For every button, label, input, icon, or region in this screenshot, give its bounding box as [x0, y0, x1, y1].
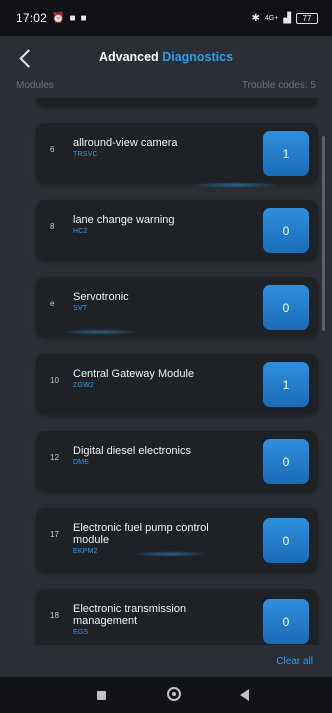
module-name: Electronic fuel pump control module — [73, 522, 209, 546]
column-header: Modules Trouble codes: 5 — [0, 80, 332, 98]
module-list-inner: 6 allround-view camera TRSVC 1 8 lane ch… — [0, 98, 332, 645]
glow-decoration — [130, 551, 210, 557]
module-card[interactable]: e Servotronic SVT 0 — [36, 277, 318, 337]
trouble-code-count-button[interactable]: 0 — [263, 439, 309, 484]
glow-decoration — [190, 182, 280, 188]
module-index: 10 — [50, 376, 59, 385]
module-text: Electronic transmission management EGS — [73, 603, 241, 636]
trouble-code-count-button[interactable]: 0 — [263, 599, 309, 644]
scrollbar[interactable] — [322, 136, 325, 331]
module-card[interactable]: 8 lane change warning HC2 0 — [36, 200, 318, 260]
module-card[interactable]: 10 Central Gateway Module ZGW2 1 — [36, 354, 318, 414]
trouble-code-count-button[interactable]: 0 — [263, 208, 309, 253]
module-text: Servotronic SVT — [73, 291, 241, 312]
module-index: e — [50, 299, 55, 308]
module-index: 8 — [50, 222, 55, 231]
module-card[interactable]: 18 Electronic transmission management EG… — [36, 589, 318, 645]
module-card[interactable]: 12 Digital diesel electronics DME 0 — [36, 431, 318, 491]
module-index: 17 — [50, 530, 59, 539]
status-right: ✱ 4G+ ▟ 77 — [251, 12, 318, 24]
trouble-code-count-button[interactable]: 1 — [263, 362, 309, 407]
module-text: Central Gateway Module ZGW2 — [73, 368, 241, 389]
network-label: 4G+ — [264, 14, 279, 22]
bluetooth-icon: ✱ — [251, 12, 260, 24]
module-code: SVT — [73, 305, 88, 312]
clear-all-button[interactable]: Clear all — [276, 656, 313, 667]
trouble-code-count-button[interactable]: 1 — [263, 131, 309, 176]
module-card[interactable]: 17 Electronic fuel pump control module E… — [36, 508, 318, 572]
module-name: Digital diesel electronics — [73, 445, 191, 457]
page-title-accent: Diagnostics — [162, 50, 234, 64]
module-name: Central Gateway Module — [73, 368, 195, 380]
page-title-plain: Advanced — [98, 50, 159, 64]
recent-apps-icon[interactable] — [97, 691, 106, 700]
module-card[interactable]: 6 allround-view camera TRSVC 1 — [36, 123, 318, 183]
module-index: 6 — [50, 145, 55, 154]
module-list[interactable]: 6 allround-view camera TRSVC 1 8 lane ch… — [0, 98, 332, 645]
status-bar: 17:02 ⏰ ■ ■ ✱ 4G+ ▟ 77 — [0, 0, 332, 36]
module-name: Electronic transmission management — [73, 603, 187, 627]
module-name: lane change warning — [73, 214, 175, 226]
trouble-codes-summary: Trouble codes: 5 — [241, 80, 316, 91]
video-icon: ■ — [80, 12, 87, 24]
trouble-code-count-button[interactable]: 0 — [263, 285, 309, 330]
app-header: Advanced Diagnostics — [0, 36, 332, 80]
module-code: EGS — [73, 629, 89, 636]
module-name: allround-view camera — [73, 137, 178, 149]
module-text: allround-view camera TRSVC — [73, 137, 241, 158]
video-icon: ■ — [69, 12, 76, 24]
status-time: 17:02 — [16, 11, 48, 25]
module-code: TRSVC — [73, 151, 98, 158]
module-name: Servotronic — [73, 291, 129, 303]
page-title: Advanced Diagnostics — [0, 50, 332, 64]
module-code: ZGW2 — [73, 382, 95, 389]
battery-icon: 77 — [296, 12, 318, 24]
navigation-bar — [0, 677, 332, 713]
module-code: HC2 — [73, 228, 88, 235]
module-card-partial — [36, 98, 318, 106]
alarm-icon: ⏰ — [52, 12, 65, 24]
back-triangle-icon[interactable] — [240, 689, 249, 701]
signal-icon: ▟ — [283, 12, 291, 24]
trouble-code-count-button[interactable]: 0 — [263, 518, 309, 563]
glow-decoration — [60, 329, 140, 335]
status-left: 17:02 ⏰ ■ ■ — [16, 11, 87, 25]
module-code: DME — [73, 459, 90, 466]
module-text: lane change warning HC2 — [73, 214, 241, 235]
modules-column-label: Modules — [16, 80, 54, 91]
module-text: Digital diesel electronics DME — [73, 445, 241, 466]
module-index: 12 — [50, 453, 59, 462]
home-icon[interactable] — [167, 687, 181, 701]
module-index: 18 — [50, 611, 59, 620]
footer-bar: Clear all — [0, 645, 332, 677]
